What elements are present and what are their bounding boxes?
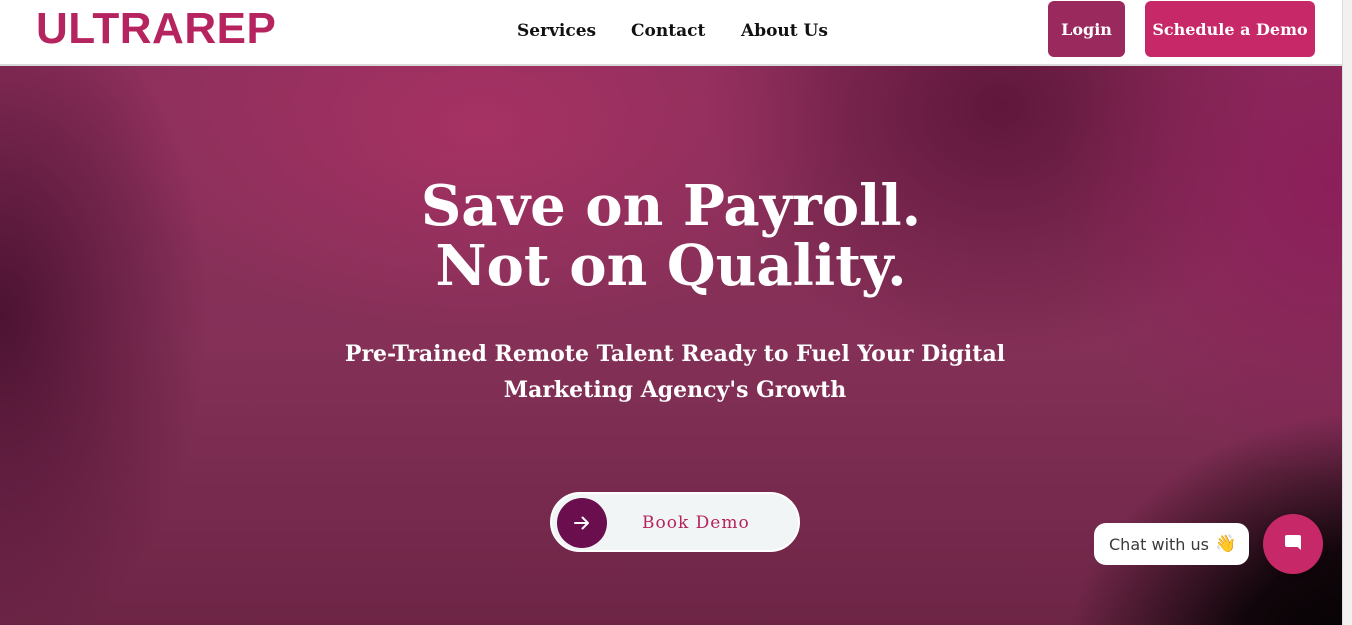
- hero-subheadline: Pre-Trained Remote Talent Ready to Fuel …: [344, 341, 1006, 403]
- arrow-right-icon: [557, 498, 607, 548]
- hero-headline-line-1: Save on Payroll.: [420, 173, 922, 239]
- chat-launcher-button[interactable]: [1263, 514, 1323, 574]
- book-demo-button[interactable]: Book Demo: [550, 492, 800, 552]
- hero-section: Save on Payroll. Not on Quality. Pre-Tra…: [0, 66, 1342, 625]
- nav-link-about-us[interactable]: About Us: [741, 20, 828, 42]
- chat-with-us-bubble[interactable]: Chat with us 👋: [1094, 523, 1249, 565]
- nav-link-services[interactable]: Services: [517, 20, 596, 42]
- waving-hand-icon: 👋: [1214, 534, 1237, 554]
- schedule-demo-button[interactable]: Schedule a Demo: [1145, 1, 1315, 57]
- nav-link-contact[interactable]: Contact: [631, 20, 705, 42]
- login-button[interactable]: Login: [1048, 1, 1125, 57]
- ultrarep-logo[interactable]: ULTRAREP: [36, 3, 276, 55]
- page-scrollbar[interactable]: [1342, 0, 1352, 625]
- hero-headline-line-2: Not on Quality.: [435, 233, 907, 299]
- chat-bubble-icon: [1282, 531, 1304, 558]
- chat-bubble-text: Chat with us: [1109, 534, 1209, 554]
- top-navbar: ULTRAREP Services Contact About Us Login…: [0, 0, 1342, 66]
- book-demo-label: Book Demo: [642, 513, 750, 533]
